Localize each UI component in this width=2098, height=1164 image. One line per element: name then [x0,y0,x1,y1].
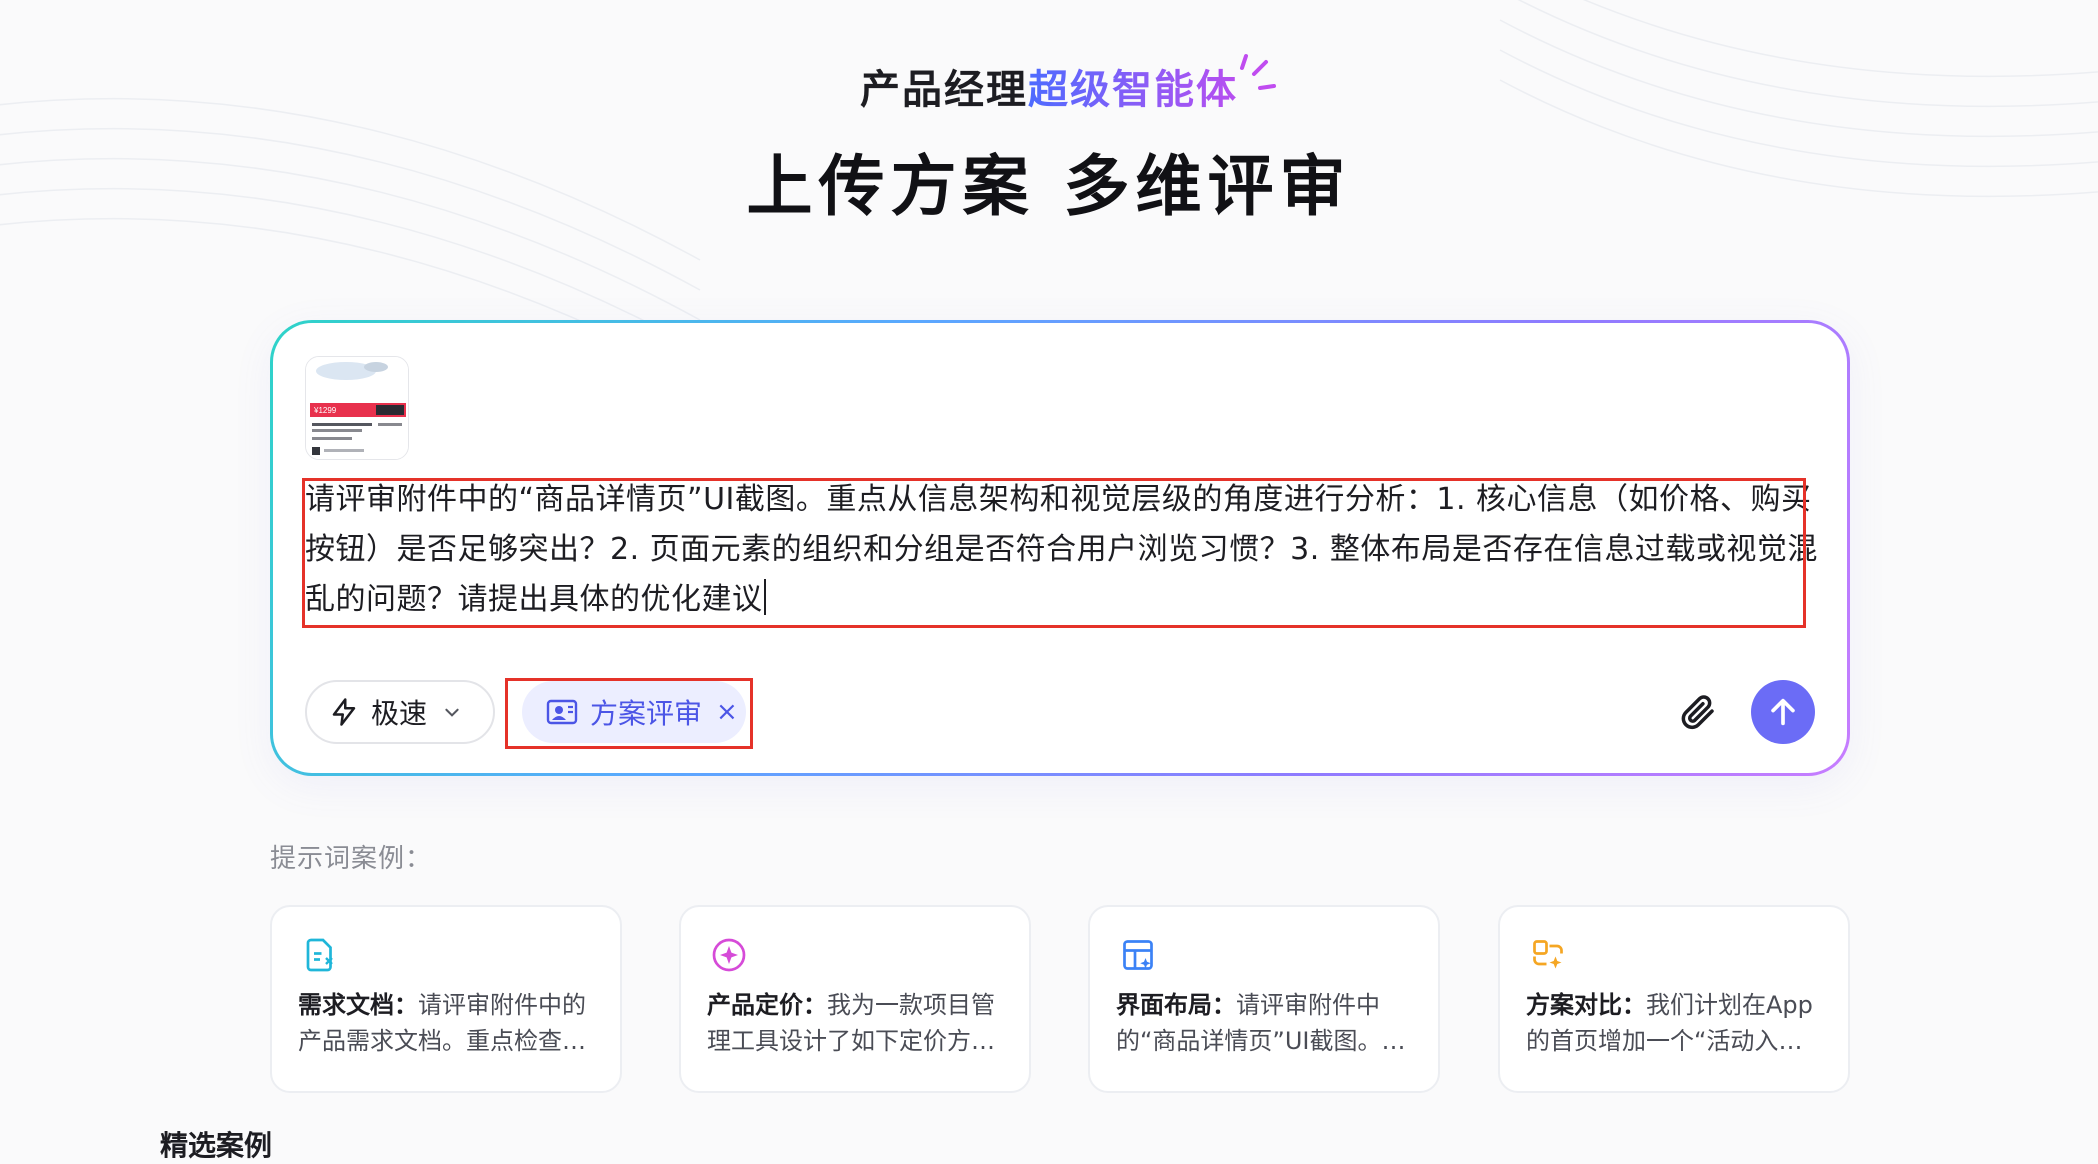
attachment-preview-image: ¥1299 [306,357,408,459]
chat-composer: ¥1299 请评审附件中的“商品详情页”UI截图。重点从信息架构和视觉层级的角度… [270,320,1850,776]
prompt-input[interactable]: 请评审附件中的“商品详情页”UI截图。重点从信息架构和视觉层级的角度进行分析：1… [305,475,1835,625]
example-card-title: 界面布局： [1116,991,1236,1019]
mode-select[interactable]: 极速 [305,680,495,744]
hero-subtitle: 产品经理超级智能体 [0,62,2098,118]
example-card-compare[interactable]: 方案对比：我们计划在App的首页增加一个“活动入口”，请对比两个方案 [1498,905,1850,1093]
document-icon [306,938,333,972]
send-button[interactable] [1751,680,1815,744]
layout-icon [1123,940,1153,970]
hero-subtitle-prefix: 产品经理 [860,67,1028,113]
text-caret [763,579,766,615]
mode-select-label: 极速 [371,697,428,730]
thumb-price-text: ¥1299 [313,406,337,415]
arrow-up-icon [1771,698,1795,726]
hero-title: 上传方案 多维评审 [746,148,1352,225]
example-card-text: 需求文档：请评审附件中的产品需求文档。重点检查需求完整性与逻辑一致性 [298,987,598,1059]
example-card-text: 方案对比：我们计划在App的首页增加一个“活动入口”，请对比两个方案 [1526,987,1826,1059]
tag-chip-label: 方案评审 [590,697,703,730]
attachment-thumbnail[interactable]: ¥1299 [305,356,409,460]
example-card-title: 产品定价： [707,991,827,1019]
compare-icon [1533,940,1563,969]
tag-remove-icon[interactable]: × [716,697,738,727]
examples-label: 提示词案例： [270,844,433,874]
example-card-layout[interactable]: 界面布局：请评审附件中的“商品详情页”UI截图。重点分析布局 [1088,905,1440,1093]
chat-box: ¥1299 请评审附件中的“商品详情页”UI截图。重点从信息架构和视觉层级的角度… [273,323,1847,773]
lightning-icon [332,698,356,726]
example-card-title: 方案对比： [1526,991,1646,1019]
example-card-pricing[interactable]: 产品定价：我为一款项目管理工具设计了如下定价方案，请评审 [679,905,1031,1093]
sparkle-icon [1240,54,1276,90]
example-card-title: 需求文档： [298,991,418,1019]
featured-section-title: 精选案例 [160,1129,273,1162]
chevron-down-icon [445,708,459,717]
sparkle-circle-icon [712,938,746,972]
hero-subtitle-highlight: 超级智能体 [1028,67,1238,113]
paperclip-icon[interactable] [1677,691,1719,733]
tag-chip-plan-review[interactable]: 方案评审 × [522,681,746,743]
example-cards: 需求文档：请评审附件中的产品需求文档。重点检查需求完整性与逻辑一致性 产品定价：… [270,905,1850,1093]
example-card-text: 产品定价：我为一款项目管理工具设计了如下定价方案，请评审 [707,987,1007,1059]
prompt-input-text: 请评审附件中的“商品详情页”UI截图。重点从信息架构和视觉层级的角度进行分析：1… [305,482,1818,617]
example-card-text: 界面布局：请评审附件中的“商品详情页”UI截图。重点分析布局 [1116,987,1416,1059]
example-card-requirements[interactable]: 需求文档：请评审附件中的产品需求文档。重点检查需求完整性与逻辑一致性 [270,905,622,1093]
image-review-icon [546,699,578,725]
